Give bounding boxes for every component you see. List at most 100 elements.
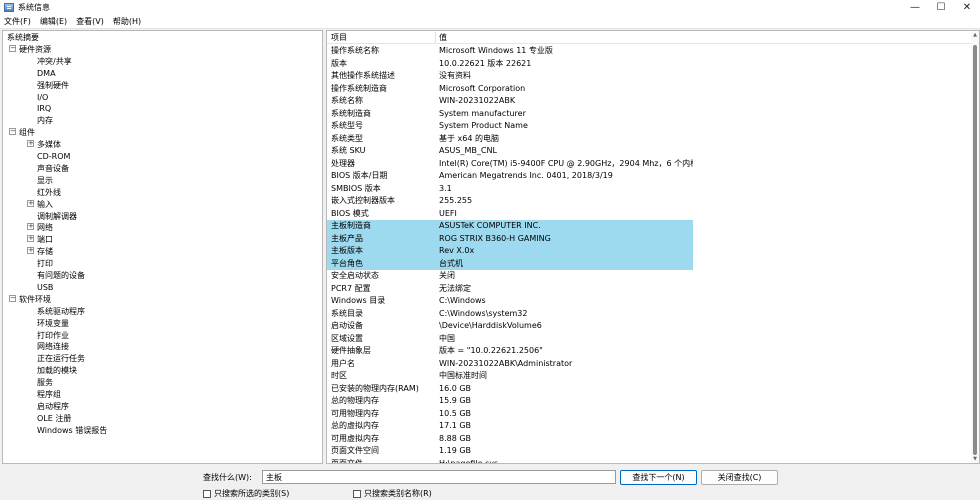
tree-item[interactable]: CD-ROM (27, 151, 70, 163)
tree-item[interactable]: 红外线 (27, 187, 61, 199)
tree-item[interactable]: 内存 (27, 115, 53, 127)
find-next-button[interactable]: 查找下一个(N) (620, 470, 697, 485)
table-row[interactable]: 时区 中国标准时间 (327, 370, 979, 383)
expand-icon[interactable]: + (27, 140, 34, 148)
tree-item[interactable]: 有问题的设备 (27, 270, 85, 282)
tree-item[interactable]: 打印 (27, 258, 53, 270)
tree-item[interactable]: − 软件环境 (9, 294, 51, 306)
table-row[interactable]: 处理器 Intel(R) Core(TM) i5-9400F CPU @ 2.90… (327, 158, 979, 171)
table-row[interactable]: 操作系统制造商 Microsoft Corporation (327, 83, 979, 96)
details-list[interactable]: 项目 值 ▲ ▼ 操作系统名称 Microsoft Windows 11 专业版版… (326, 30, 980, 464)
tree-item[interactable]: USB (27, 282, 53, 294)
table-row[interactable]: SMBIOS 版本 3.1 (327, 183, 979, 196)
table-row[interactable]: 已安装的物理内存(RAM) 16.0 GB (327, 383, 979, 396)
table-row[interactable]: 系统名称 WIN-20231022ABK (327, 95, 979, 108)
table-row[interactable]: 系统制造商 System manufacturer (327, 108, 979, 121)
tree-item[interactable]: 服务 (27, 377, 53, 389)
tree-item[interactable]: 系统驱动程序 (27, 306, 85, 318)
tree-item[interactable]: 启动程序 (27, 401, 69, 413)
table-row[interactable]: Windows 目录 C:\Windows (327, 295, 979, 308)
tree-item[interactable]: + 输入 (27, 199, 53, 211)
tree-item[interactable]: − 硬件资源 (9, 44, 51, 56)
search-selected-category-option[interactable]: 只搜索所选的类别(S) (203, 488, 289, 499)
tree-item[interactable]: DMA (27, 68, 56, 80)
tree-item[interactable]: 显示 (27, 175, 53, 187)
table-row[interactable]: 总的物理内存 15.9 GB (327, 395, 979, 408)
tree-item[interactable]: Windows 错误报告 (27, 425, 107, 437)
tree-item[interactable]: 环境变量 (27, 318, 69, 330)
close-button[interactable]: ✕ (954, 0, 980, 15)
tree-item[interactable]: IRQ (27, 103, 51, 115)
table-row[interactable]: 系统 SKU ASUS_MB_CNL (327, 145, 979, 158)
value-cell: ASUS_MB_CNL (439, 146, 497, 155)
table-row[interactable]: 其他操作系统描述 没有资料 (327, 70, 979, 83)
search-category-names-checkbox[interactable] (353, 489, 361, 498)
table-row[interactable]: 可用物理内存 10.5 GB (327, 408, 979, 421)
table-row[interactable]: 安全启动状态 关闭 (327, 270, 979, 283)
find-input[interactable] (262, 470, 616, 484)
expand-icon[interactable]: + (27, 223, 34, 231)
tree-item[interactable]: 正在运行任务 (27, 353, 85, 365)
expand-icon[interactable]: + (27, 247, 34, 255)
table-row[interactable]: PCR7 配置 无法绑定 (327, 283, 979, 296)
table-row[interactable]: 系统类型 基于 x64 的电脑 (327, 133, 979, 146)
tree-item[interactable]: OLE 注册 (27, 413, 71, 425)
expand-icon[interactable]: + (27, 199, 34, 207)
tree-item[interactable]: 打印作业 (27, 330, 69, 342)
table-row[interactable]: 操作系统名称 Microsoft Windows 11 专业版 (327, 45, 979, 58)
close-find-button[interactable]: 关闭查找(C) (701, 470, 778, 485)
table-row[interactable]: 可用虚拟内存 8.88 GB (327, 433, 979, 446)
tree-item[interactable]: + 存储 (27, 246, 53, 258)
table-row[interactable]: 主板产品 ROG STRIX B360-H GAMING (327, 232, 979, 245)
maximize-button[interactable]: ☐ (928, 0, 954, 15)
table-row[interactable]: 平台角色 台式机 (327, 257, 979, 270)
table-row[interactable]: 总的虚拟内存 17.1 GB (327, 420, 979, 433)
tree-item[interactable]: 调制解调器 (27, 211, 77, 223)
value-cell: UEFI (439, 208, 457, 218)
tree-item[interactable]: 加载的模块 (27, 365, 77, 377)
tree-item[interactable]: 冲突/共享 (27, 56, 72, 68)
menu-view[interactable]: 查看(V) (76, 16, 104, 27)
table-row[interactable]: 系统型号 System Product Name (327, 120, 979, 133)
table-row[interactable]: 主板版本 Rev X.0x (327, 245, 979, 258)
tree-item[interactable]: 声音设备 (27, 163, 69, 175)
table-row[interactable]: 硬件抽象层 版本 = "10.0.22621.2506" (327, 345, 979, 358)
minimize-button[interactable]: — (902, 0, 928, 15)
tree-item[interactable]: 系统摘要 (7, 32, 39, 44)
item-cell: 硬件抽象层 (331, 346, 371, 355)
value-cell: WIN-20231022ABK\Administrator (439, 358, 573, 368)
collapse-icon[interactable]: − (9, 294, 16, 302)
scroll-up-icon[interactable]: ▲ (972, 32, 978, 38)
table-row[interactable]: 嵌入式控制器版本 255.255 (327, 195, 979, 208)
table-row[interactable]: 页面文件空间 1.19 GB (327, 445, 979, 458)
search-category-names-option[interactable]: 只搜索类别名称(R) (353, 488, 432, 499)
tree-item[interactable]: I/O (27, 92, 48, 104)
table-row[interactable]: BIOS 版本/日期 American Megatrends Inc. 0401,… (327, 170, 979, 183)
column-header-item[interactable]: 项目 (327, 31, 347, 44)
menu-file[interactable]: 文件(F) (4, 16, 31, 27)
menu-help[interactable]: 帮助(H) (113, 16, 141, 27)
table-row[interactable]: 主板制造商 ASUSTeK COMPUTER INC. (327, 220, 979, 233)
tree-item[interactable]: 网络连接 (27, 341, 69, 353)
tree-item[interactable]: 程序组 (27, 389, 61, 401)
tree-item[interactable]: + 端口 (27, 234, 53, 246)
menu-edit[interactable]: 编辑(E) (40, 16, 67, 27)
expand-icon[interactable]: + (27, 235, 34, 243)
collapse-icon[interactable]: − (9, 44, 16, 52)
value-cell: 255.255 (439, 196, 473, 205)
collapse-icon[interactable]: − (9, 128, 16, 136)
table-row[interactable]: 用户名 WIN-20231022ABK\Administrator (327, 358, 979, 371)
table-row[interactable]: 系统目录 C:\Windows\system32 (327, 308, 979, 321)
column-header-value[interactable]: 值 (435, 31, 447, 44)
tree-item[interactable]: + 网络 (27, 222, 53, 234)
tree-item[interactable]: + 多媒体 (27, 139, 61, 151)
tree-item[interactable]: − 组件 (9, 127, 35, 139)
table-row[interactable]: 区域设置 中国 (327, 333, 979, 346)
table-row[interactable]: 启动设备 \Device\HarddiskVolume6 (327, 320, 979, 333)
tree-item[interactable]: 强制硬件 (27, 80, 69, 92)
tree-item-label: 红外线 (37, 187, 61, 197)
table-row[interactable]: 版本 10.0.22621 版本 22621 (327, 58, 979, 71)
search-selected-category-checkbox[interactable] (203, 489, 211, 498)
table-row[interactable]: BIOS 模式 UEFI (327, 208, 979, 221)
category-tree[interactable]: 系统摘要 − 硬件资源 冲突/共享 DMA 强制硬件 I/O IRQ 内存 − 组件 + 多媒体 CD-R… (2, 30, 323, 464)
